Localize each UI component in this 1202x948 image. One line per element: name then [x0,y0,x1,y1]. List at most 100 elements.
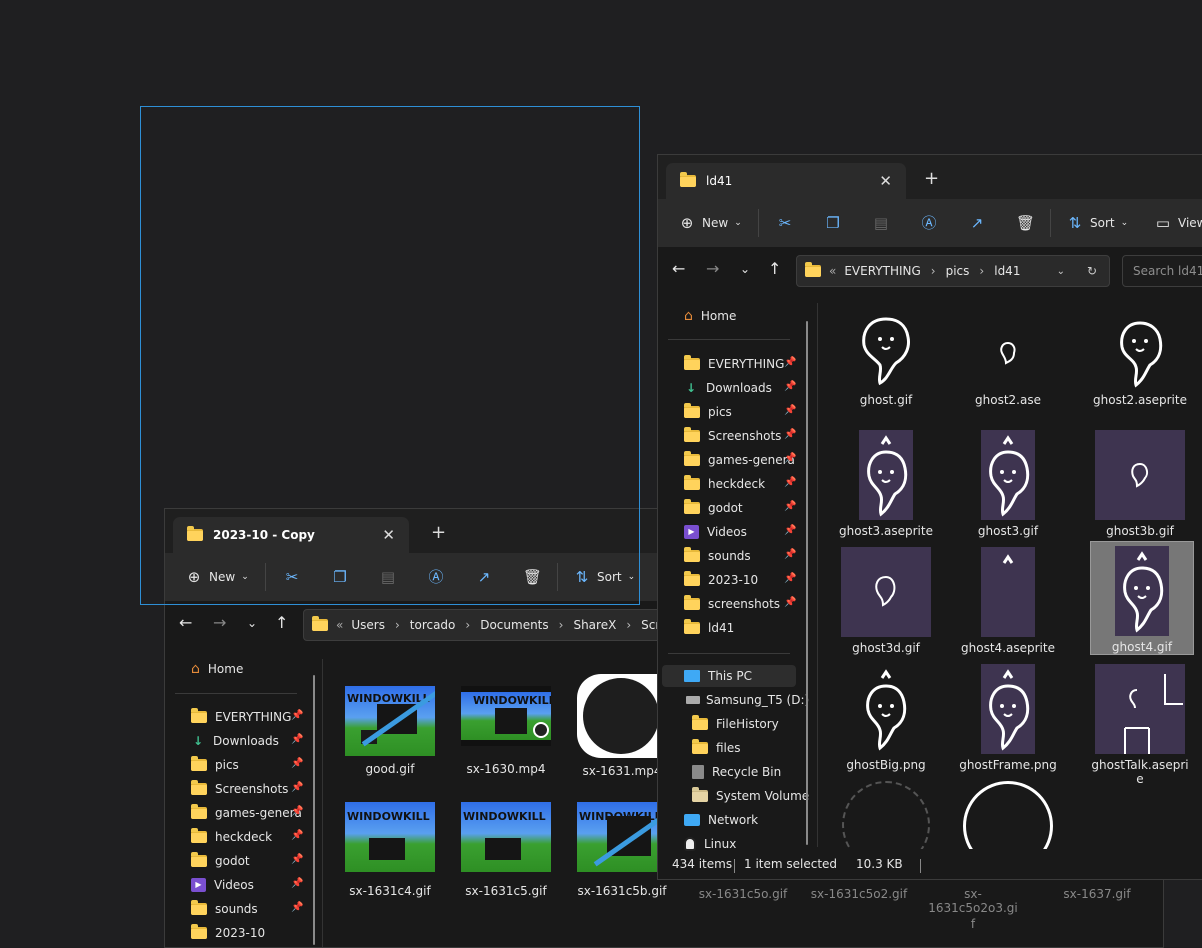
breadcrumb-item[interactable]: ld41 [994,264,1020,278]
sidebar-item-games-genera[interactable]: games-genera [191,802,302,824]
address-bar[interactable]: « EVERYTHING › pics › ld41 ⌄ ↻ [796,255,1110,287]
tab-ld41[interactable]: ld41 ✕ [666,163,906,199]
breadcrumb-item[interactable]: pics [946,264,970,278]
sidebar-item-network[interactable]: Network [684,809,758,831]
sidebar-item-screenshots[interactable]: Screenshots [191,778,288,800]
sidebar-item-system-volume[interactable]: System Volume [692,785,809,807]
sidebar-item-heckdeck[interactable]: heckdeck [191,826,272,848]
file-item[interactable]: ghost3.aseprite [836,430,936,538]
item-count: 434 items [672,857,733,871]
file-item[interactable]: WINDOWKILL sx-1630.mp4 [461,686,551,776]
file-item[interactable]: WINDOWKILL good.gif [345,686,435,776]
sidebar-item-2023-10[interactable]: 2023-10 [684,569,758,591]
pin-icon: 📌 [784,381,797,392]
file-item[interactable]: ghost.gif [836,313,936,407]
paste-button[interactable]: ▤ [872,211,890,235]
copy-button[interactable]: ❐ [824,211,842,235]
file-item[interactable]: ghost3.gif [958,430,1058,538]
file-item[interactable]: WINDOWKILL sx-1631c5.gif [461,802,551,898]
breadcrumb-item[interactable]: ShareX [573,618,616,632]
sidebar-scrollbar[interactable] [313,675,315,945]
view-label: View [1178,216,1202,230]
sidebar-item-samsung-t5[interactable]: Samsung_T5 (D:) [686,689,809,711]
close-tab-icon[interactable]: ✕ [879,172,892,190]
sidebar-item-home[interactable]: ⌂ Home [191,658,243,680]
sort-button[interactable]: ⇅ Sort ⌄ [1066,211,1128,235]
up-arrow-icon[interactable]: ↑ [768,259,781,278]
sidebar-item-videos[interactable]: ▶ Videos [191,874,254,896]
sidebar-item-heckdeck[interactable]: heckdeck [684,473,765,495]
sidebar-item-label: Home [207,662,244,676]
forward-arrow-icon[interactable]: → [706,259,719,278]
sidebar-item-filehistory[interactable]: FileHistory [692,713,779,735]
recent-chevron-icon[interactable]: ⌄ [740,262,750,276]
sidebar-item-ld41[interactable]: ld41 [684,617,734,639]
sidebar-scrollbar[interactable] [806,321,808,845]
file-item[interactable] [836,781,936,849]
file-item[interactable]: sx-1637.gif [1047,887,1147,901]
address-dropdown-icon[interactable]: ⌄ [1057,266,1065,277]
cut-button[interactable]: ✂ [776,211,794,235]
file-item-selected[interactable]: ghost4.gif [1090,541,1194,655]
sidebar-item-videos[interactable]: ▶ Videos [684,521,747,543]
sidebar-item-screenshots-lower[interactable]: screenshots [684,593,780,615]
breadcrumb-item[interactable]: torcado [410,618,456,632]
file-item[interactable]: ghostBig.png [836,664,936,772]
new-button[interactable]: ⊕ New ⌄ [678,211,742,235]
delete-button[interactable]: 🗑 [1016,211,1035,235]
file-item[interactable]: ghost2.ase [958,313,1058,407]
file-item[interactable]: ghostTalk.asepri e [1080,664,1200,786]
up-arrow-icon[interactable]: ↑ [275,613,288,632]
sidebar-item-label: Videos [707,525,747,539]
sidebar-item-everything[interactable]: EVERYTHING [191,706,291,728]
file-item[interactable]: ghost3d.gif [836,547,936,655]
file-item[interactable]: ghost2.aseprite [1080,313,1200,407]
file-item[interactable]: ghost4.aseprite [958,547,1058,655]
sidebar-item-label: This PC [708,669,752,683]
sidebar-item-2023-10[interactable]: 2023-10 [191,922,265,944]
recent-chevron-icon[interactable]: ⌄ [247,616,257,630]
file-item[interactable]: sx-1631c5o.gif [693,887,793,901]
sidebar-item-files[interactable]: files [692,737,741,759]
file-item[interactable]: ghost3b.gif [1080,430,1200,538]
sidebar-item-sounds[interactable]: sounds [684,545,751,567]
forward-arrow-icon[interactable]: → [213,613,226,632]
sidebar-item-label: Videos [214,878,254,892]
sidebar-item-recycle-bin[interactable]: Recycle Bin [692,761,781,783]
sidebar-item-sounds[interactable]: sounds [191,898,258,920]
sidebar-item-pics[interactable]: pics [684,401,732,423]
file-item[interactable]: sx-1631c5o2.gif [809,887,909,901]
share-button[interactable]: ↗ [968,211,986,235]
file-item[interactable] [958,781,1058,849]
back-arrow-icon[interactable]: ← [179,613,192,632]
divider [668,339,790,340]
sidebar-item-downloads[interactable]: ↓ Downloads [684,377,772,399]
rename-button[interactable]: Ⓐ [920,211,938,235]
file-item[interactable]: WINDOWKILL sx-1631c5b.gif [577,802,667,898]
file-item[interactable]: WINDOWKILL sx-1631c4.gif [345,802,435,898]
breadcrumb-item[interactable]: EVERYTHING [844,264,920,278]
sidebar-item-label: godot [708,501,743,515]
file-item[interactable]: ghostFrame.png [958,664,1058,772]
file-item[interactable]: sx-1631c5o2o3.gi f [923,887,1023,931]
file-item[interactable]: sx-1631.mp4 [577,674,667,778]
sidebar-item-pics[interactable]: pics [191,754,239,776]
search-input[interactable]: Search ld41 [1122,255,1202,287]
sidebar-item-godot[interactable]: godot [191,850,250,872]
new-tab-button[interactable]: + [924,168,939,189]
sidebar-item-everything[interactable]: EVERYTHING [684,353,784,375]
sidebar-item-this-pc[interactable]: This PC [662,665,796,687]
sidebar-item-home[interactable]: ⌂ Home [684,305,736,327]
breadcrumb-item[interactable]: Users [351,618,385,632]
refresh-icon[interactable]: ↻ [1087,264,1097,278]
sidebar-item-godot[interactable]: godot [684,497,743,519]
sidebar-item-games-genera[interactable]: games-genera [684,449,795,471]
back-arrow-icon[interactable]: ← [672,259,685,278]
view-button[interactable]: ▭ View [1154,211,1202,235]
sidebar-item-downloads[interactable]: ↓ Downloads [191,730,279,752]
sidebar-item-label: Samsung_T5 (D:) [706,693,810,707]
sidebar-item-screenshots[interactable]: Screenshots [684,425,781,447]
sidebar-item-label: Downloads [706,381,772,395]
breadcrumb-item[interactable]: Documents [480,618,548,632]
toolbar: ⊕ New ⌄ ✂ ❐ ▤ Ⓐ ↗ 🗑 ⇅ Sort ⌄ ▭ View [658,199,1202,247]
